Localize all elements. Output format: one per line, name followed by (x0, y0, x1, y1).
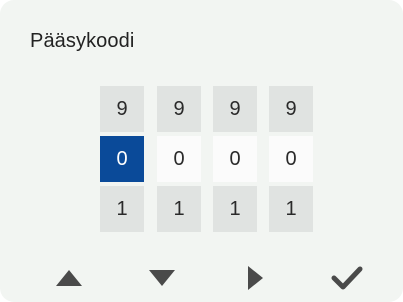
decrement-button[interactable] (139, 255, 185, 301)
digit-current-selected[interactable]: 0 (100, 136, 144, 182)
digit-next: 1 (100, 186, 144, 232)
digit-current[interactable]: 0 (157, 136, 201, 182)
digit-column-2[interactable]: 9 0 1 (157, 86, 201, 232)
up-arrow-icon (56, 270, 82, 286)
digit-next: 1 (157, 186, 201, 232)
checkmark-icon (331, 266, 363, 290)
digit-next: 1 (269, 186, 313, 232)
digit-column-3[interactable]: 9 0 1 (213, 86, 257, 232)
digit-current[interactable]: 0 (269, 136, 313, 182)
down-arrow-icon (149, 270, 175, 286)
digit-next: 1 (213, 186, 257, 232)
digit-column-4[interactable]: 9 0 1 (269, 86, 313, 232)
page-title: Pääsykoodi (30, 30, 135, 52)
digit-prev: 9 (100, 86, 144, 132)
passcode-panel: Pääsykoodi 9 0 1 9 0 1 9 0 1 9 0 1 (0, 0, 403, 302)
digit-prev: 9 (157, 86, 201, 132)
digit-prev: 9 (213, 86, 257, 132)
confirm-button[interactable] (324, 255, 370, 301)
increment-button[interactable] (46, 255, 92, 301)
right-arrow-icon (248, 266, 263, 290)
digit-current[interactable]: 0 (213, 136, 257, 182)
digit-column-1[interactable]: 9 0 1 (100, 86, 144, 232)
digit-prev: 9 (269, 86, 313, 132)
next-digit-button[interactable] (232, 255, 278, 301)
